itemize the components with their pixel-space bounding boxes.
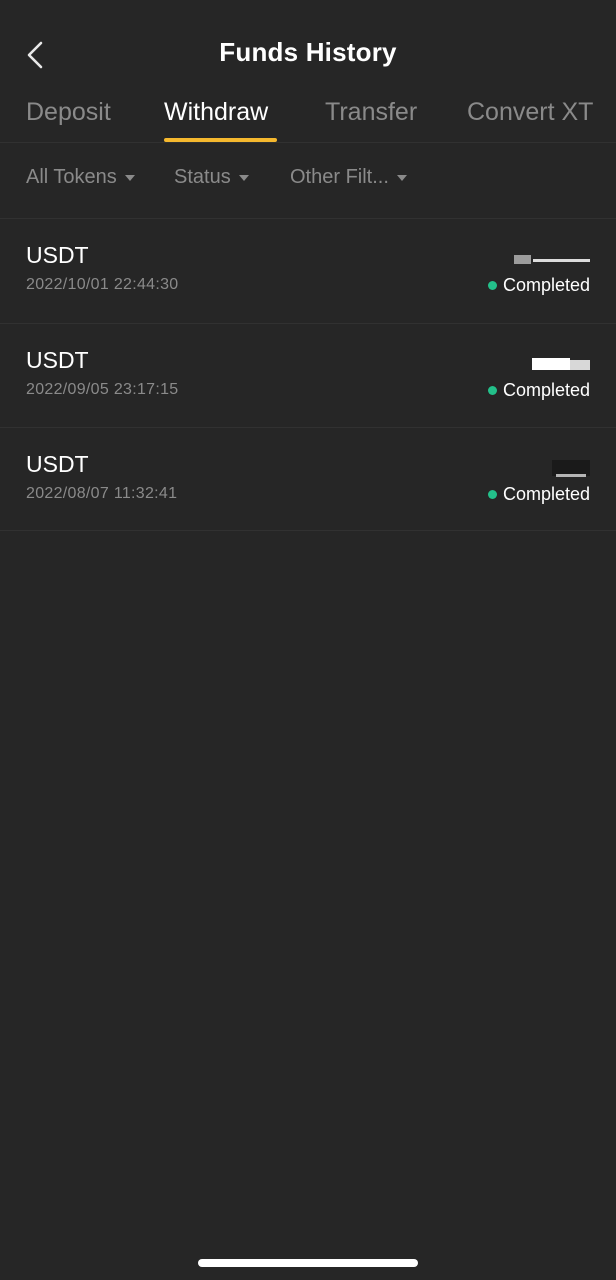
status-label: Completed <box>502 275 590 295</box>
caret-down-icon <box>396 174 407 181</box>
list-item[interactable]: USDT 2022/08/07 11:32:41 Completed <box>0 428 616 532</box>
caret-down-icon <box>124 174 135 181</box>
record-time: 2022/10/01 22:44:30 <box>26 276 179 293</box>
filter-other[interactable]: Other Filt... <box>290 166 407 189</box>
token-name: USDT <box>26 451 89 477</box>
filter-all-tokens[interactable]: All Tokens <box>26 166 135 189</box>
filter-label: Other Filt... <box>290 166 389 188</box>
list-item[interactable]: USDT 2022/09/05 23:17:15 Completed <box>0 324 616 428</box>
status-dot-icon <box>487 490 497 499</box>
page-title: Funds History <box>219 37 397 67</box>
status-label: Completed <box>502 380 590 400</box>
tab-bar: Deposit Withdraw Transfer Convert XT <box>0 98 616 142</box>
tab-transfer[interactable]: Transfer <box>325 98 417 127</box>
redacted-amount <box>532 356 590 376</box>
filter-status[interactable]: Status <box>174 166 249 189</box>
tabs-divider <box>0 142 616 143</box>
redacted-amount <box>514 251 590 271</box>
record-time: 2022/08/07 11:32:41 <box>26 485 178 502</box>
filter-label: All Tokens <box>26 166 117 188</box>
record-time: 2022/09/05 23:17:15 <box>26 381 179 398</box>
list-item[interactable]: USDT 2022/10/01 22:44:30 Completed <box>0 219 616 323</box>
header: Funds History <box>0 0 616 110</box>
token-name: USDT <box>26 347 89 373</box>
tab-deposit[interactable]: Deposit <box>26 98 111 127</box>
status-label: Completed <box>502 484 590 504</box>
status-badge: Completed <box>487 275 590 296</box>
tab-convert-xt[interactable]: Convert XT <box>467 98 593 127</box>
redacted-amount <box>552 460 590 480</box>
filter-label: Status <box>174 166 231 188</box>
filter-bar: All Tokens Status Other Filt... <box>0 166 616 196</box>
row-divider <box>0 530 616 531</box>
home-indicator[interactable] <box>198 1259 418 1267</box>
status-dot-icon <box>487 281 497 290</box>
status-badge: Completed <box>487 484 590 505</box>
tab-withdraw[interactable]: Withdraw <box>164 98 268 127</box>
status-dot-icon <box>487 386 497 395</box>
token-name: USDT <box>26 242 89 268</box>
caret-down-icon <box>238 174 249 181</box>
status-badge: Completed <box>487 380 590 401</box>
